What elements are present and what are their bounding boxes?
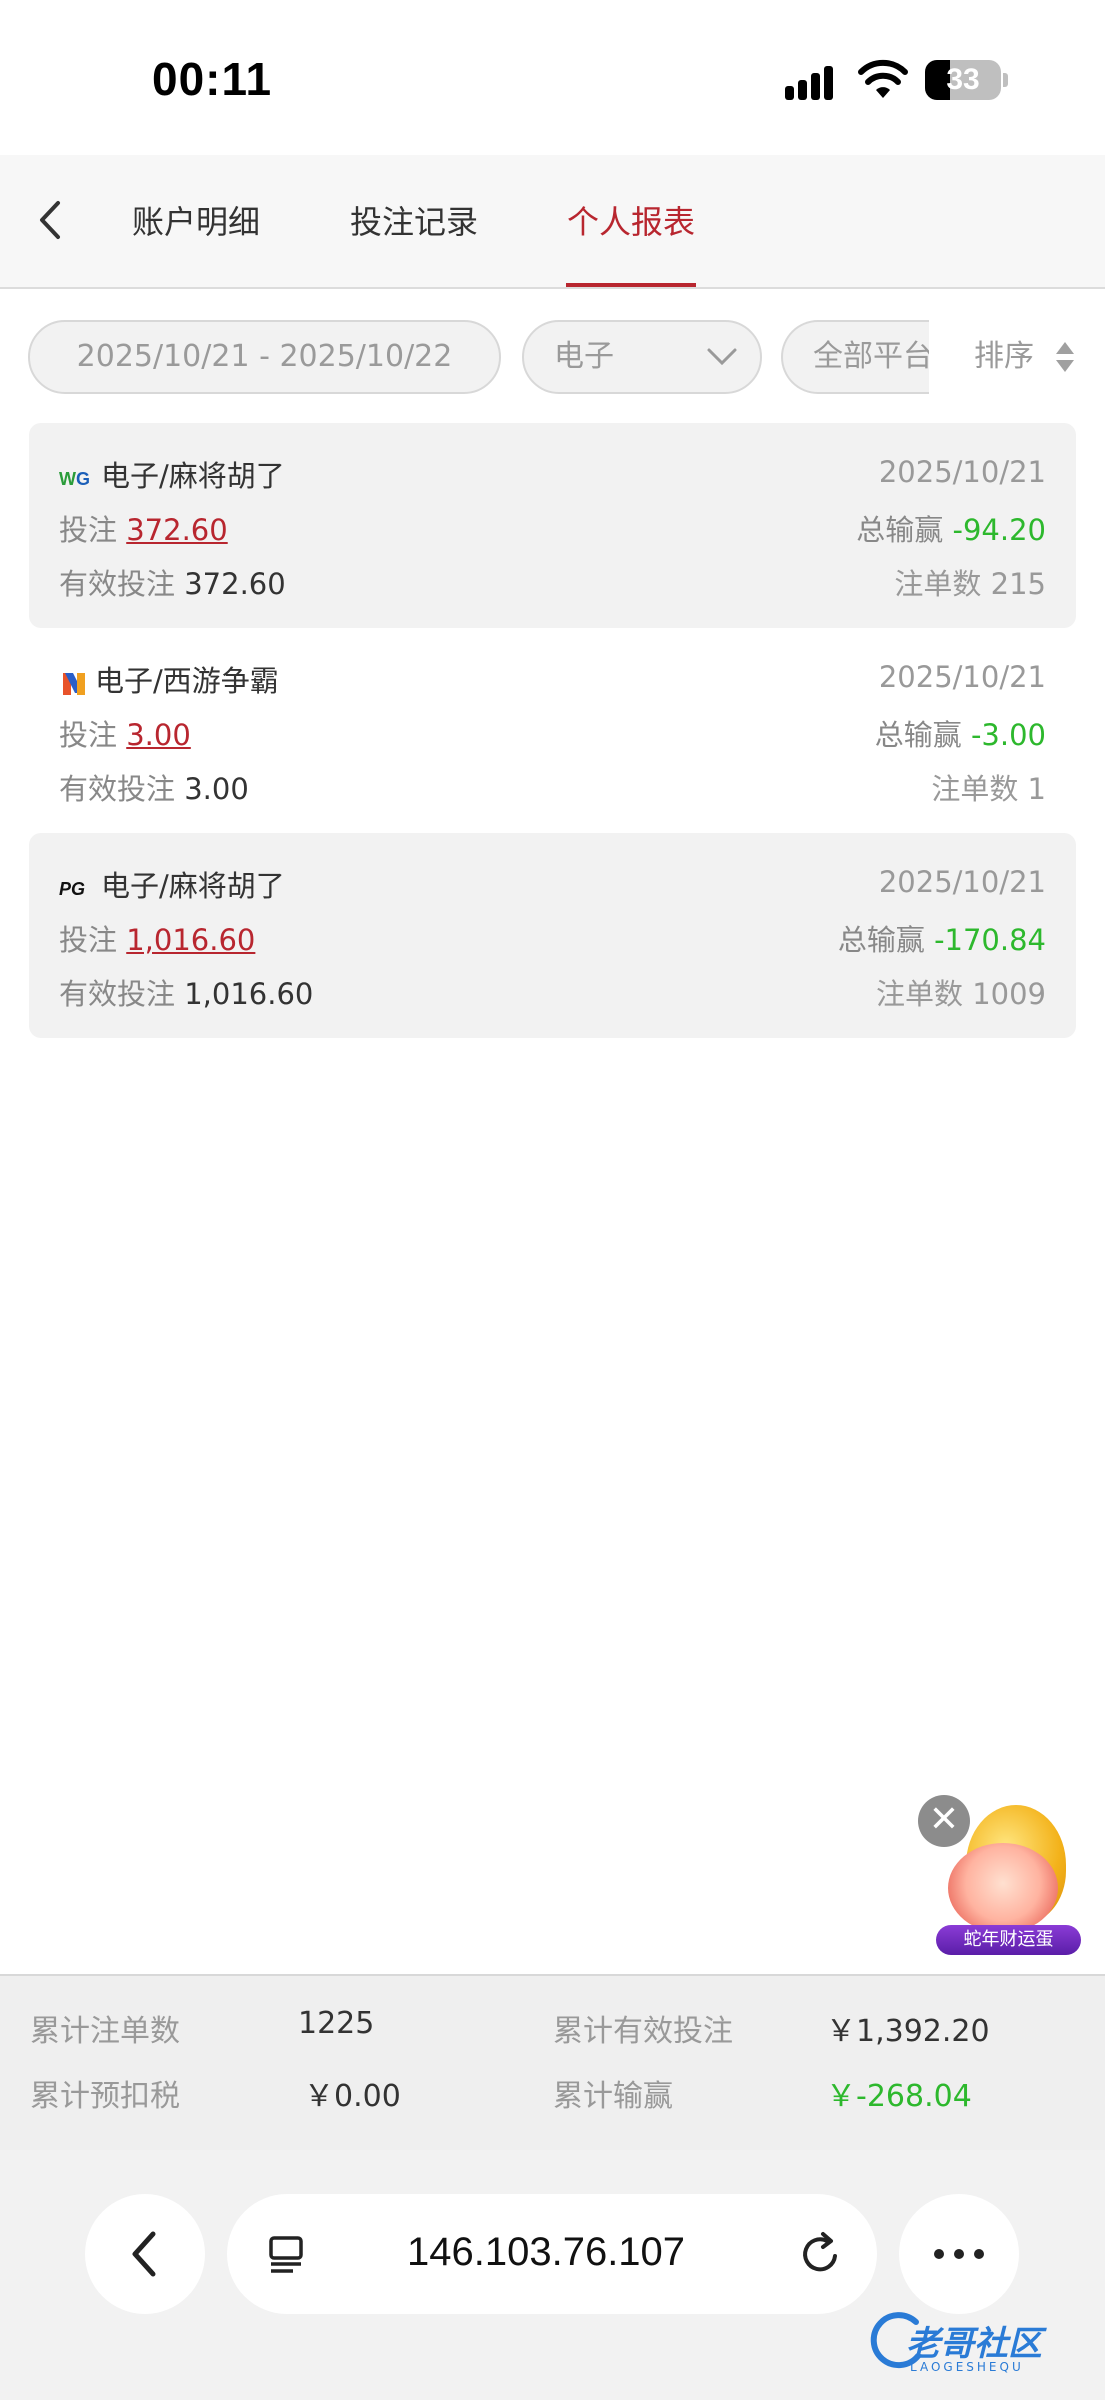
sort-arrows-icon[interactable] [1054, 340, 1076, 374]
promo-close-icon[interactable]: ✕ [918, 1795, 970, 1847]
game-type-value: 电子 [554, 339, 614, 374]
total-win-value: -3.00 [970, 718, 1046, 752]
promo-label: 蛇年财运蛋 [936, 1925, 1081, 1955]
watermark-subtext: LAOGESHEQU [910, 2360, 1024, 2374]
order-count-value: 215 [990, 567, 1046, 601]
platform-filter[interactable]: 全部平台 [781, 320, 929, 394]
watermark-logo: 老哥社区 LAOGESHEQU [866, 2304, 1096, 2384]
bet-label: 投注 [59, 513, 118, 547]
total-win-label: 总输赢 [856, 513, 944, 547]
watermark-text: 老哥社区 [906, 2324, 1042, 2364]
wg-logo-icon: W G [59, 469, 90, 489]
promo-widget[interactable]: 蛇年财运蛋 ✕ [918, 1795, 1083, 1955]
svg-text:G: G [76, 469, 90, 489]
cellular-signal-icon [785, 62, 841, 100]
back-icon[interactable] [20, 185, 80, 255]
battery-icon: 33 [925, 60, 1001, 100]
tab-bet-records[interactable]: 投注记录 [350, 197, 478, 287]
tabs-icon[interactable] [263, 2230, 311, 2278]
order-count-value: 1 [1027, 772, 1046, 806]
address-bar[interactable]: 146.103.76.107 [227, 2194, 877, 2314]
report-record[interactable]: 电子/西游争霸 2025/10/21 投注 3.00 总输赢 -3.00 有效投… [29, 628, 1076, 833]
total-win-label: 总输赢 [837, 923, 925, 957]
report-header: 账户明细 投注记录 个人报表 [0, 155, 1105, 289]
reload-icon[interactable] [797, 2230, 845, 2278]
n-provider-logo-icon [63, 673, 85, 695]
record-date: 2025/10/21 [878, 865, 1046, 899]
withheld-tax-value: ￥0.00 [304, 2079, 401, 2114]
active-tab-indicator [566, 283, 696, 287]
order-count-label: 注单数 [931, 772, 1019, 806]
tab-personal-report[interactable]: 个人报表 [566, 197, 696, 287]
tab-account-details[interactable]: 账户明细 [132, 197, 260, 287]
valid-bet-value: 372.60 [184, 567, 286, 601]
chevron-down-icon [707, 348, 737, 366]
tab-personal-report-label: 个人报表 [566, 203, 695, 241]
back-arrow-icon [132, 2231, 156, 2277]
valid-bet-value: 1,016.60 [184, 977, 314, 1011]
more-dots-icon [934, 2249, 984, 2259]
battery-level: 33 [946, 63, 980, 96]
report-record[interactable]: W G 电子/麻将胡了 2025/10/21 投注 372.60 总输赢 -94… [29, 423, 1076, 628]
record-date: 2025/10/21 [878, 660, 1046, 694]
pg-logo-icon: PG [59, 879, 85, 899]
bet-label: 投注 [59, 718, 118, 752]
total-valid-bet-value: ￥1,392.20 [826, 2014, 990, 2049]
game-type-dropdown[interactable]: 电子 [522, 320, 762, 394]
valid-bet-label: 有效投注 [59, 772, 176, 806]
bet-amount-link[interactable]: 3.00 [126, 718, 191, 752]
date-range-filter[interactable]: 2025/10/21 - 2025/10/22 [28, 320, 501, 394]
status-time: 00:11 [152, 53, 273, 105]
valid-bet-value: 3.00 [184, 772, 249, 806]
summary-panel: 累计注单数 1225 累计有效投注 ￥1,392.20 累计预扣税 ￥0.00 … [0, 1974, 1105, 2150]
bet-amount-link[interactable]: 372.60 [126, 513, 227, 547]
svg-text:W: W [59, 469, 76, 489]
report-record[interactable]: PG 电子/麻将胡了 2025/10/21 投注 1,016.60 总输赢 -1… [29, 833, 1076, 1038]
order-count-value: 1009 [972, 977, 1046, 1011]
total-win-value: -94.20 [952, 513, 1047, 547]
record-date: 2025/10/21 [878, 455, 1046, 489]
order-count-label: 注单数 [894, 567, 982, 601]
total-win-loss-value: ￥-268.04 [826, 2079, 972, 2114]
record-title: 电子/西游争霸 [95, 664, 279, 698]
total-win-value: -170.84 [934, 923, 1046, 957]
total-valid-bet-label: 累计有效投注 [553, 2014, 733, 2049]
valid-bet-label: 有效投注 [59, 567, 176, 601]
page: 00:11 33 账户明细 投注记录 个人报表 2025/10/21 - 202… [0, 0, 1105, 2400]
order-count-label: 注单数 [875, 977, 963, 1011]
wifi-icon [858, 59, 908, 98]
bet-label: 投注 [59, 923, 118, 957]
snake-mascot-icon [948, 1843, 1058, 1933]
total-orders-value: 1225 [298, 2006, 375, 2041]
record-title: 电子/麻将胡了 [101, 869, 285, 903]
status-bar: 00:11 33 [0, 0, 1105, 155]
bet-amount-link[interactable]: 1,016.60 [126, 923, 255, 957]
svg-text:PG: PG [59, 879, 85, 899]
total-win-loss-label: 累计输赢 [553, 2079, 673, 2114]
browser-more-button[interactable] [899, 2194, 1019, 2314]
sort-button[interactable]: 排序 [974, 320, 1034, 394]
browser-back-button[interactable] [85, 2194, 205, 2314]
withheld-tax-label: 累计预扣税 [30, 2079, 180, 2114]
total-orders-label: 累计注单数 [30, 2014, 180, 2049]
url-text: 146.103.76.107 [407, 2230, 686, 2274]
valid-bet-label: 有效投注 [59, 977, 176, 1011]
record-title: 电子/麻将胡了 [101, 459, 285, 493]
total-win-label: 总输赢 [874, 718, 962, 752]
